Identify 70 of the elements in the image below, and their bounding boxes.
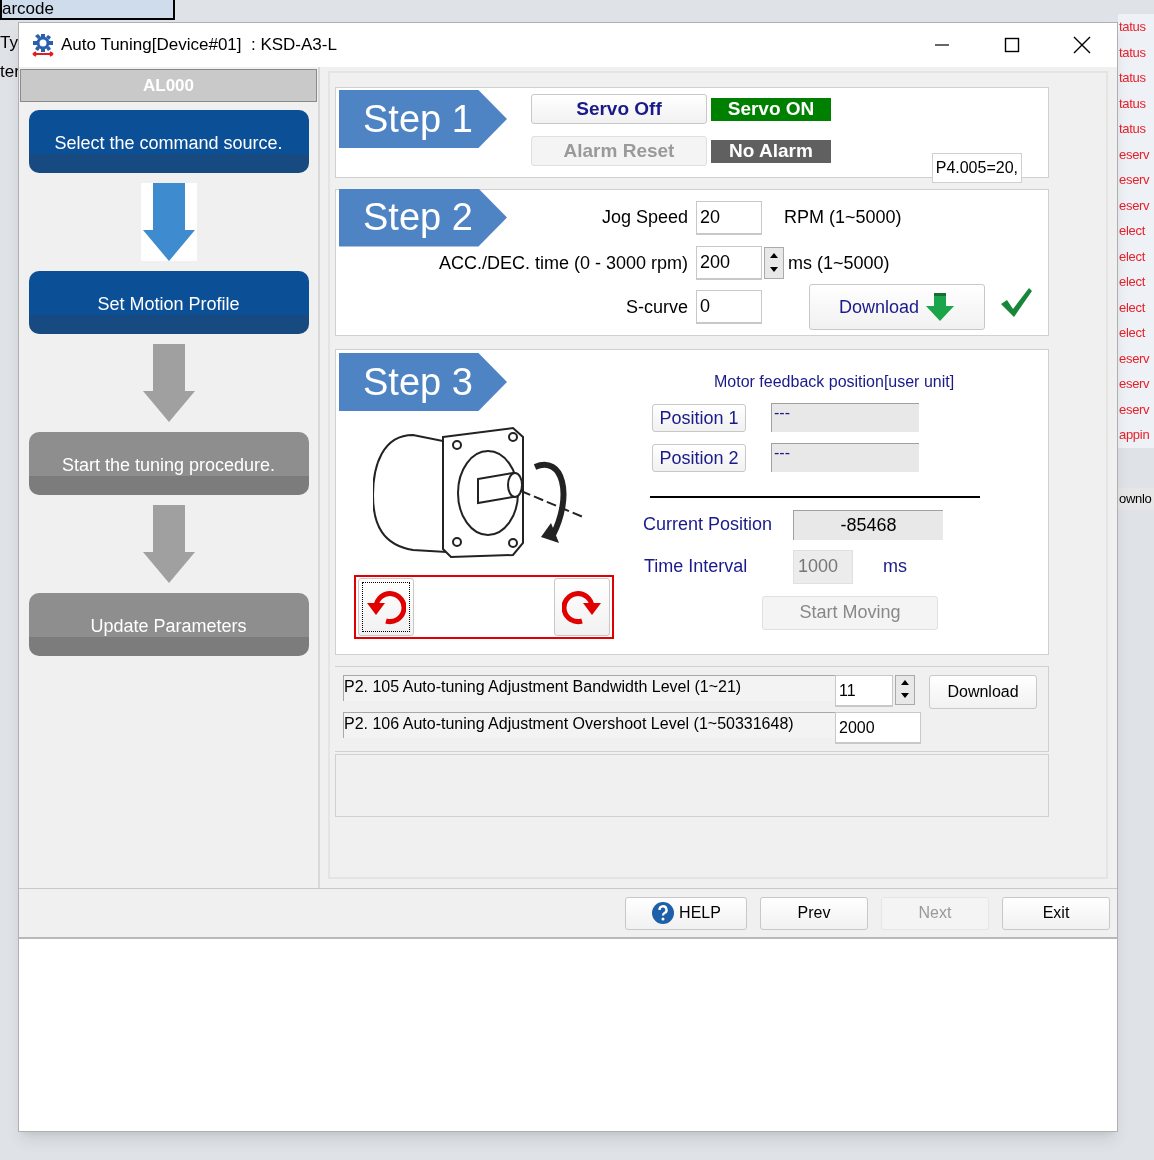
status-indicator: No Alarm xyxy=(711,139,831,163)
download-button[interactable]: Download xyxy=(929,675,1037,709)
footer-button[interactable]: HELP xyxy=(625,896,747,930)
maximize-icon xyxy=(1004,37,1020,53)
field-label: Time Interval xyxy=(644,555,749,578)
unit-label: ms (1~5000) xyxy=(788,251,890,275)
background-cell-text: eserv xyxy=(1118,349,1151,368)
background-cell-text: tatus xyxy=(1118,120,1147,138)
position-button[interactable]: Position 1 xyxy=(652,403,746,432)
field-label: S-curve xyxy=(626,295,688,319)
step-badge: Step 3 xyxy=(339,353,507,411)
background-cell-text: tatus xyxy=(1118,94,1147,113)
position-value: --- xyxy=(771,443,919,472)
field-label: Current Position xyxy=(643,513,774,536)
download-button[interactable]: Download xyxy=(809,284,985,330)
position-button[interactable]: Position 2 xyxy=(652,443,746,472)
background-cell-text: eserv xyxy=(1118,375,1151,393)
background-cell-text: eserv xyxy=(1118,171,1151,189)
spinner-control[interactable] xyxy=(895,675,915,705)
background-cell-text: eserv xyxy=(1118,196,1151,215)
background-label: ter xyxy=(0,61,21,83)
parameter-field: P4.005=20, xyxy=(931,153,1022,183)
background-cell-text: elect xyxy=(1118,273,1147,291)
up-arrow-icon xyxy=(901,680,909,685)
field-label: Jog Speed xyxy=(601,206,688,229)
background-cell-text: eserv xyxy=(1118,145,1151,164)
section-title: Motor feedback position[user unit] xyxy=(714,372,956,392)
rotate-button[interactable] xyxy=(358,578,414,636)
spinner-control[interactable] xyxy=(764,247,784,279)
parameter-label: P2. 106 Auto-tuning Adjustment Overshoot Level (1~50331648) xyxy=(343,712,835,738)
background-cell-text: elect xyxy=(1118,298,1147,317)
footer-button[interactable]: Exit xyxy=(1002,896,1110,930)
down-arrow-icon xyxy=(901,693,909,698)
field-label: ACC./DEC. time (0 - 3000 rpm) xyxy=(438,251,688,275)
step-badge: Step 2 xyxy=(339,188,507,247)
background-cell-text: tatus xyxy=(1118,18,1147,36)
background-cell: ownlo xyxy=(1118,488,1154,510)
status-indicator: Servo ON xyxy=(711,97,831,121)
background-cell-text: eserv xyxy=(1118,400,1151,419)
background-label: arcode xyxy=(0,0,175,20)
up-arrow-icon xyxy=(770,253,778,258)
current-position-value: -85468 xyxy=(793,509,943,540)
background-cell-text: elect xyxy=(1118,247,1147,266)
close-icon xyxy=(1073,36,1091,54)
step-item[interactable]: Select the command source. xyxy=(28,110,309,173)
input-field[interactable]: 11 xyxy=(835,675,893,707)
background-label: Ty xyxy=(0,32,19,54)
help-icon xyxy=(651,901,676,925)
minimize-icon xyxy=(935,44,949,46)
unit-label: RPM (1~5000) xyxy=(784,206,902,229)
unit-label: ms xyxy=(883,555,907,578)
input-field[interactable]: 0 xyxy=(696,290,762,324)
down-arrow-icon xyxy=(770,267,778,272)
input-field[interactable]: 20 xyxy=(696,200,762,235)
input-field[interactable]: 200 xyxy=(696,246,762,280)
window-title: Auto Tuning[Device#01] : KSD-A3-L xyxy=(61,34,337,57)
step-badge: Step 1 xyxy=(339,90,507,148)
background-cell-text: tatus xyxy=(1118,43,1147,62)
background-cell-text: elect xyxy=(1118,222,1147,240)
background-cell-text: appin xyxy=(1118,426,1151,444)
parameter-label: P2. 105 Auto-tuning Adjustment Bandwidth Level (1~21) xyxy=(343,675,835,701)
app-icon xyxy=(31,33,55,57)
step-item[interactable]: Set Motion Profile xyxy=(28,271,309,334)
input-field[interactable]: 2000 xyxy=(835,712,921,744)
footer-button[interactable]: Prev xyxy=(760,896,868,930)
background-cell-text: elect xyxy=(1118,324,1147,342)
step1-button[interactable]: Servo Off xyxy=(531,94,707,124)
position-value: --- xyxy=(771,403,919,432)
background-cell-text: tatus xyxy=(1118,69,1147,87)
download-arrow-icon xyxy=(925,292,956,322)
